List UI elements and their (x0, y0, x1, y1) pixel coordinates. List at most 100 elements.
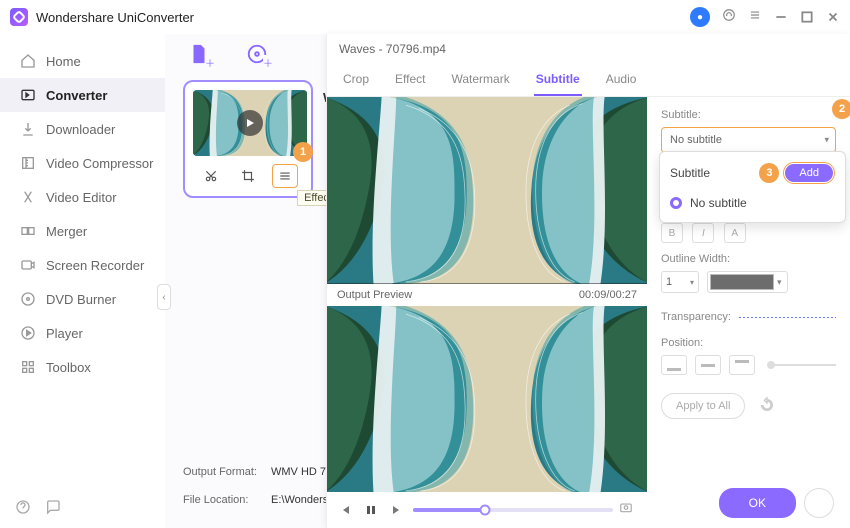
sidebar-item-recorder[interactable]: Screen Recorder (0, 248, 165, 282)
subtitle-select-value: No subtitle (670, 134, 722, 146)
merger-icon (20, 223, 36, 239)
tab-subtitle[interactable]: Subtitle (534, 64, 582, 96)
toolbox-icon (20, 359, 36, 375)
italic-icon[interactable]: I (692, 223, 714, 243)
option-label: No subtitle (690, 196, 747, 210)
preview-time: 00:09/00:27 (579, 289, 637, 301)
outline-color-select[interactable]: ▾ (707, 271, 788, 293)
account-avatar[interactable]: ● (690, 7, 710, 27)
sidebar-item-downloader[interactable]: Downloader (0, 112, 165, 146)
player-icon (20, 325, 36, 341)
titlebar: Wondershare UniConverter ● (0, 0, 850, 34)
radio-selected-icon (670, 197, 682, 209)
preview-column: Output Preview 00:09/00:27 (327, 97, 647, 528)
tab-crop[interactable]: Crop (341, 64, 371, 96)
prev-frame-button[interactable] (335, 500, 355, 520)
position-middle-button[interactable] (695, 355, 721, 375)
sidebar-item-toolbox[interactable]: Toolbox (0, 350, 165, 384)
help-icon[interactable] (15, 499, 31, 520)
close-button[interactable] (826, 10, 840, 24)
sidebar-label: Converter (46, 88, 107, 103)
sidebar-label: Home (46, 54, 81, 69)
editor-file-title: Waves - 70796.mp4 (327, 34, 850, 64)
file-location-label: File Location: (183, 494, 265, 506)
subtitle-option-none[interactable]: No subtitle (666, 192, 839, 214)
tab-watermark[interactable]: Watermark (449, 64, 511, 96)
download-icon (20, 121, 36, 137)
dvd-icon (20, 291, 36, 307)
subtitle-panel: Subtitle: No subtitle ▾ 2 Subtitle 3 Add (647, 97, 850, 528)
sidebar-label: Downloader (46, 122, 115, 137)
output-preview-label: Output Preview (337, 289, 412, 301)
converter-icon (20, 87, 36, 103)
main-area: ‹ ＋ ＋ 1 Effect W (165, 34, 850, 528)
position-label: Position: (661, 337, 836, 349)
subtitle-select[interactable]: No subtitle ▾ (661, 127, 836, 153)
ok-button[interactable]: OK (719, 488, 796, 518)
timeline-slider[interactable] (413, 508, 613, 512)
add-file-button[interactable]: ＋ (185, 40, 213, 68)
recorder-icon (20, 257, 36, 273)
position-bottom-button[interactable] (661, 355, 687, 375)
outline-width-label: Outline Width: (661, 253, 836, 265)
playback-controls (327, 492, 647, 528)
play-icon[interactable] (237, 110, 263, 136)
cancel-button-partial[interactable] (804, 488, 834, 518)
output-format-label: Output Format: (183, 466, 265, 478)
sidebar-label: Merger (46, 224, 87, 239)
outline-width-select[interactable]: 1▾ (661, 271, 699, 293)
app-title: Wondershare UniConverter (36, 10, 194, 25)
sidebar-item-converter[interactable]: Converter (0, 78, 165, 112)
sidebar-item-editor[interactable]: Video Editor (0, 180, 165, 214)
chevron-down-icon: ▾ (824, 135, 829, 146)
menu-icon[interactable] (748, 8, 762, 27)
add-subtitle-button[interactable]: Add (785, 164, 833, 182)
minimize-button[interactable] (774, 10, 788, 24)
support-icon[interactable] (722, 8, 736, 27)
source-preview[interactable] (327, 97, 647, 284)
trim-tool[interactable] (198, 164, 224, 188)
snapshot-icon[interactable] (619, 500, 639, 520)
editor-icon (20, 189, 36, 205)
maximize-button[interactable] (800, 10, 814, 24)
sidebar-label: Video Compressor (46, 156, 153, 171)
reset-icon[interactable] (759, 397, 775, 416)
sidebar-item-home[interactable]: Home (0, 44, 165, 78)
output-preview[interactable] (327, 306, 647, 493)
sidebar-collapse-handle[interactable]: ‹ (157, 284, 171, 310)
annotation-badge-2: 2 (832, 99, 850, 119)
compress-icon (20, 155, 36, 171)
apply-to-all-button[interactable]: Apply to All (661, 393, 745, 419)
font-color-icon[interactable]: A (724, 223, 746, 243)
bold-icon[interactable]: B (661, 223, 683, 243)
sidebar: Home Converter Downloader Video Compress… (0, 34, 165, 528)
sidebar-item-compressor[interactable]: Video Compressor (0, 146, 165, 180)
sidebar-label: DVD Burner (46, 292, 116, 307)
sidebar-label: Player (46, 326, 83, 341)
sidebar-item-dvd[interactable]: DVD Burner (0, 282, 165, 316)
next-frame-button[interactable] (387, 500, 407, 520)
sidebar-item-player[interactable]: Player (0, 316, 165, 350)
sidebar-label: Screen Recorder (46, 258, 144, 273)
editor-dialog: Waves - 70796.mp4 Crop Effect Watermark … (326, 34, 850, 528)
dropdown-header: Subtitle (670, 166, 710, 180)
color-swatch (710, 274, 774, 290)
effect-tool[interactable] (272, 164, 298, 188)
annotation-badge-1: 1 (293, 142, 313, 162)
transparency-slider[interactable] (739, 317, 836, 318)
transparency-label: Transparency: (661, 311, 731, 323)
sidebar-item-merger[interactable]: Merger (0, 214, 165, 248)
tab-audio[interactable]: Audio (604, 64, 639, 96)
file-card[interactable]: 1 Effect W (183, 80, 313, 198)
app-logo (10, 8, 28, 26)
feedback-icon[interactable] (45, 499, 61, 520)
crop-tool[interactable] (235, 164, 261, 188)
annotation-badge-3: 3 (759, 163, 779, 183)
pause-button[interactable] (361, 500, 381, 520)
position-top-button[interactable] (729, 355, 755, 375)
file-thumbnail[interactable] (193, 90, 307, 156)
tab-effect[interactable]: Effect (393, 64, 427, 96)
subtitle-dropdown: Subtitle 3 Add No subtitle (659, 151, 846, 223)
position-slider[interactable] (771, 364, 836, 366)
add-dvd-button[interactable]: ＋ (243, 40, 271, 68)
